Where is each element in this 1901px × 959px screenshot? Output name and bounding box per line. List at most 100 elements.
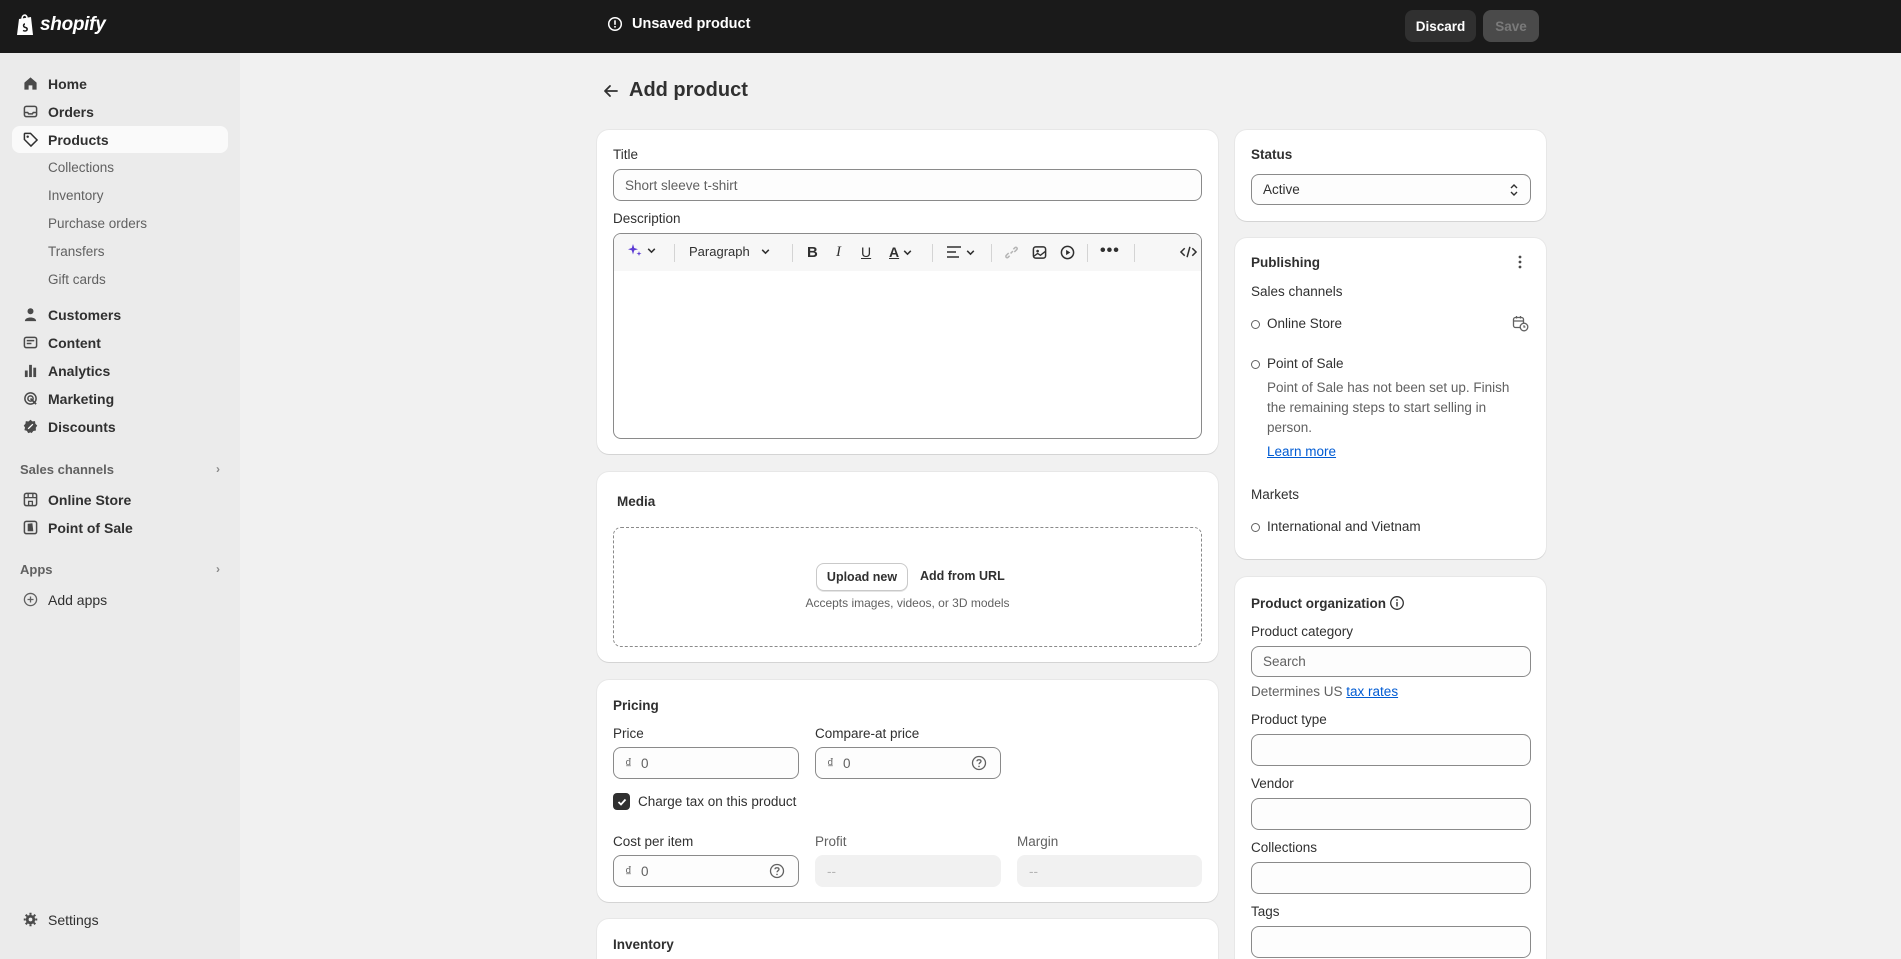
back-arrow-icon[interactable] bbox=[600, 80, 622, 102]
currency-symbol: ₫ bbox=[827, 755, 834, 771]
sidebar-subitem-gift-cards[interactable]: Gift cards bbox=[48, 272, 106, 287]
status-select[interactable]: Active bbox=[1251, 174, 1531, 205]
shopify-logo[interactable]: shopify bbox=[16, 13, 106, 37]
chevron-right-icon: › bbox=[216, 462, 220, 476]
sidebar-item-add-apps[interactable]: Add apps bbox=[12, 586, 228, 613]
sidebar-item-label: Home bbox=[48, 75, 87, 92]
sidebar-item-settings[interactable]: Settings bbox=[12, 906, 228, 933]
sidebar-item-label: Discounts bbox=[48, 418, 116, 435]
sidebar-item-products[interactable]: Products bbox=[12, 126, 228, 153]
charge-tax-checkbox[interactable] bbox=[613, 793, 630, 810]
person-icon bbox=[22, 307, 38, 323]
price-placeholder: 0 bbox=[640, 755, 649, 771]
price-label: Price bbox=[613, 726, 644, 741]
product-category-label: Product category bbox=[1251, 624, 1354, 639]
pos-icon bbox=[22, 520, 38, 536]
product-category-search-input[interactable] bbox=[1251, 646, 1531, 677]
sidebar-subitem-inventory[interactable]: Inventory bbox=[48, 188, 104, 203]
discard-button[interactable]: Discard bbox=[1405, 10, 1476, 42]
info-alert-icon bbox=[607, 16, 623, 32]
pos-note-line: Point of Sale has not been set up. Finis… bbox=[1267, 380, 1510, 395]
sidebar-subitem-purchase-orders[interactable]: Purchase orders bbox=[48, 216, 147, 231]
collections-label: Collections bbox=[1251, 840, 1318, 855]
price-input[interactable]: ₫ 0 bbox=[613, 747, 799, 779]
description-label: Description bbox=[613, 211, 681, 226]
format-select[interactable]: Paragraph bbox=[689, 244, 771, 259]
margin-label: Margin bbox=[1017, 834, 1059, 849]
underline-icon[interactable]: U bbox=[861, 244, 871, 260]
more-vertical-icon[interactable] bbox=[1512, 254, 1528, 270]
save-button[interactable]: Save bbox=[1483, 10, 1539, 42]
align-icon[interactable] bbox=[946, 245, 976, 259]
video-icon[interactable] bbox=[1060, 245, 1075, 260]
chevron-right-icon: › bbox=[216, 562, 220, 576]
title-input[interactable] bbox=[613, 169, 1202, 201]
margin-field: -- bbox=[1017, 855, 1202, 887]
format-select-value: Paragraph bbox=[689, 244, 750, 259]
page-title: Add product bbox=[629, 79, 748, 101]
ai-magic-button[interactable] bbox=[628, 243, 657, 257]
charge-tax-label: Charge tax on this product bbox=[638, 794, 797, 809]
sidebar-item-customers[interactable]: Customers bbox=[12, 301, 228, 328]
status-select-value: Active bbox=[1263, 182, 1300, 197]
content-icon bbox=[22, 335, 38, 351]
brand-name: shopify bbox=[40, 14, 106, 35]
sidebar-item-label: Content bbox=[48, 334, 101, 351]
tags-label: Tags bbox=[1251, 904, 1280, 919]
schedule-calendar-icon[interactable] bbox=[1512, 315, 1529, 332]
top-bar: shopify Unsaved product Discard Save bbox=[0, 0, 1901, 53]
channel-online-store: Online Store bbox=[1267, 316, 1343, 331]
link-icon[interactable] bbox=[1004, 245, 1019, 260]
currency-symbol: ₫ bbox=[625, 755, 632, 771]
sales-channels-section[interactable]: Sales channels › bbox=[20, 462, 220, 477]
sidebar-item-online-store[interactable]: Online Store bbox=[12, 486, 228, 513]
italic-icon[interactable]: I bbox=[836, 244, 841, 261]
select-arrows-icon bbox=[1510, 183, 1518, 196]
profit-label: Profit bbox=[815, 834, 847, 849]
more-horizontal-icon[interactable]: ••• bbox=[1100, 242, 1120, 260]
product-type-input[interactable] bbox=[1251, 734, 1531, 766]
editor-toolbar: Paragraph B I U A ••• bbox=[614, 234, 1201, 271]
compare-placeholder: 0 bbox=[842, 755, 851, 771]
sidebar-item-home[interactable]: Home bbox=[12, 70, 228, 97]
sidebar-subitem-transfers[interactable]: Transfers bbox=[48, 244, 105, 259]
chevron-down-icon bbox=[761, 249, 770, 255]
product-organization-heading: Product organization bbox=[1251, 596, 1386, 611]
code-icon[interactable] bbox=[1180, 245, 1197, 259]
sidebar-item-label: Point of Sale bbox=[48, 519, 133, 536]
sidebar-item-label: Add apps bbox=[48, 591, 108, 608]
collections-input[interactable] bbox=[1251, 862, 1531, 894]
cost-placeholder: 0 bbox=[640, 863, 649, 879]
tax-rates-link[interactable]: tax rates bbox=[1346, 684, 1398, 699]
sidebar-item-content[interactable]: Content bbox=[12, 329, 228, 356]
toolbar-divider bbox=[674, 244, 675, 262]
sidebar-item-discounts[interactable]: Discounts bbox=[12, 413, 228, 440]
media-dropzone[interactable] bbox=[613, 527, 1202, 647]
currency-symbol: ₫ bbox=[625, 863, 632, 879]
vendor-input[interactable] bbox=[1251, 798, 1531, 830]
add-from-url-button[interactable]: Add from URL bbox=[920, 569, 1005, 583]
image-icon[interactable] bbox=[1032, 245, 1047, 260]
info-icon[interactable] bbox=[1389, 595, 1405, 611]
profit-field: -- bbox=[815, 855, 1001, 887]
description-editor[interactable]: Paragraph B I U A ••• bbox=[613, 233, 1202, 439]
toolbar-divider bbox=[1134, 244, 1135, 262]
help-icon[interactable] bbox=[769, 863, 785, 879]
bold-icon[interactable]: B bbox=[807, 244, 818, 261]
text-color-icon[interactable]: A bbox=[889, 244, 913, 260]
tags-input[interactable] bbox=[1251, 926, 1531, 958]
sidebar-item-analytics[interactable]: Analytics bbox=[12, 357, 228, 384]
help-icon[interactable] bbox=[971, 755, 987, 771]
sidebar-item-marketing[interactable]: Marketing bbox=[12, 385, 228, 412]
apps-section[interactable]: Apps › bbox=[20, 562, 220, 577]
sidebar-item-orders[interactable]: Orders bbox=[12, 98, 228, 125]
sidebar-subitem-collections[interactable]: Collections bbox=[48, 160, 114, 175]
toolbar-divider bbox=[792, 244, 793, 262]
sidebar-item-point-of-sale[interactable]: Point of Sale bbox=[12, 514, 228, 541]
sales-channels-heading: Sales channels bbox=[20, 462, 114, 477]
upload-new-button[interactable]: Upload new bbox=[816, 563, 908, 591]
channel-point-of-sale: Point of Sale bbox=[1267, 356, 1344, 371]
learn-more-link[interactable]: Learn more bbox=[1267, 444, 1336, 459]
inbox-icon bbox=[22, 104, 38, 120]
status-heading: Status bbox=[1251, 147, 1293, 162]
